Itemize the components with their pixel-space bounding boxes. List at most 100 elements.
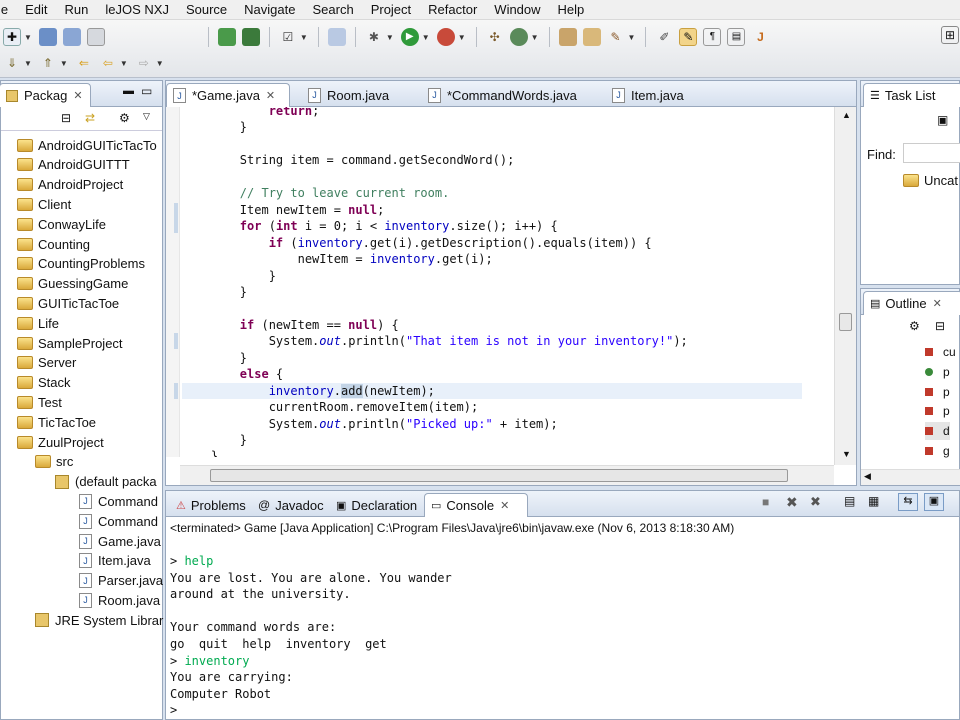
download-icon[interactable] [241,28,260,46]
close-icon[interactable]: ✕ [500,499,509,512]
close-icon[interactable]: ✕ [73,89,82,102]
code-area[interactable]: return; } String item = command.getSecon… [182,107,832,457]
tree-project[interactable]: AndroidProject [17,175,123,195]
tab-room-java[interactable]: J Room.java [302,83,395,107]
open-folder-icon[interactable] [558,28,577,46]
save-all-icon[interactable] [62,28,81,46]
chevron-down-icon[interactable]: ▼ [628,33,636,42]
chevron-down-icon[interactable]: ▼ [531,33,539,42]
chevron-down-icon[interactable]: ▼ [24,33,32,42]
outline-item[interactable]: p [925,383,950,401]
tree-project[interactable]: Stack [17,373,71,393]
save-icon[interactable] [38,28,57,46]
chevron-down-icon[interactable]: ▼ [422,33,430,42]
tree-project[interactable]: Server [17,353,76,373]
chevron-down-icon[interactable]: ▼ [458,33,466,42]
tree-project[interactable]: AndroidGUITicTacTo [17,135,157,155]
view-menu-icon[interactable]: ▽ [143,111,150,122]
tree-project[interactable]: SampleProject [17,333,123,353]
last-edit-icon[interactable]: ⇐ [75,54,93,72]
tree-project[interactable]: Life [17,313,59,333]
annotation-icon[interactable]: ✐ [655,28,673,46]
horizontal-scrollbar[interactable] [180,465,834,485]
category-item[interactable]: Uncat [903,173,958,188]
collapse-all-icon[interactable]: ⊟ [61,111,71,125]
open-type-icon[interactable] [327,28,346,46]
external-tools-icon[interactable] [436,28,455,46]
scroll-down-icon[interactable]: ▼ [842,449,851,459]
tree-project[interactable]: Client [17,194,71,214]
new-icon[interactable]: ✚ [3,28,21,46]
tab-console[interactable]: ▭ Console ✕ [424,493,528,517]
outline-item[interactable]: p [925,363,950,381]
tree-java-file[interactable]: J Game.java [79,531,161,551]
tab-task-list[interactable]: ☰ Task List [863,83,960,107]
menu-navigate[interactable]: Navigate [236,2,304,17]
forward-icon[interactable]: ⇨ [135,54,153,72]
outline-hscrollbar[interactable]: ◀ [861,469,960,485]
close-icon[interactable]: ✕ [266,89,275,102]
tab-game-java[interactable]: J *Game.java ✕ [166,83,290,107]
tab-package-explorer[interactable]: Packag ✕ [0,83,91,107]
outline-item[interactable]: p [925,402,950,420]
tab-commandwords-java[interactable]: J *CommandWords.java [422,83,583,107]
filter-icon[interactable]: ⚙ [119,111,130,125]
link-editor-icon[interactable]: ⇄ [85,111,95,125]
chevron-down-icon[interactable]: ▼ [60,59,68,68]
checklist-icon[interactable]: ☑ [279,28,297,46]
menu-source[interactable]: Source [178,2,236,17]
scroll-up-icon[interactable]: ▲ [842,110,851,120]
chevron-down-icon[interactable]: ▼ [300,33,308,42]
close-icon[interactable]: ✕ [933,297,942,310]
sort-icon[interactable]: ⚙ [909,319,920,333]
new-class-icon[interactable]: ✣ [486,28,504,46]
outline-item[interactable]: g [925,442,950,460]
tree-java-file[interactable]: J Parser.java [79,571,163,591]
display-console-icon[interactable]: ▣ [924,493,944,511]
word-wrap-icon[interactable]: ▦ [868,494,879,508]
tree-project[interactable]: CountingProblems [17,254,145,274]
find-input[interactable] [903,143,960,163]
scroll-thumb[interactable] [839,313,852,331]
console-output[interactable]: > help You are lost. You are alone. You w… [170,553,452,719]
tree-project[interactable]: Test [17,392,62,412]
menu-window[interactable]: Window [486,2,549,17]
block-select-icon[interactable]: ▤ [727,28,746,46]
run-icon[interactable]: ▶ [400,28,419,46]
scroll-left-icon[interactable]: ◀ [864,471,871,482]
search-icon[interactable]: ✎ [607,28,625,46]
tree-java-file[interactable]: J Item.java [79,551,151,571]
menu-search[interactable]: Search [304,2,362,17]
tree-java-file[interactable]: J Command [79,511,158,531]
tree-project[interactable]: ConwayLife [17,214,106,234]
maximize-icon[interactable]: ▭ [141,84,152,98]
menu-refactor[interactable]: Refactor [420,2,486,17]
tree-java-file[interactable]: J Room.java [79,590,160,610]
open-file-icon[interactable] [582,28,601,46]
tab-declaration[interactable]: ▣ Declaration [330,493,423,517]
debug-icon[interactable]: ✱ [365,28,383,46]
tree-src-folder[interactable]: src [35,452,73,472]
tab-outline[interactable]: ▤ Outline ✕ [863,291,960,315]
scroll-lock-icon[interactable]: ▤ [844,494,855,508]
menu-project[interactable]: Project [363,2,420,17]
tree-project[interactable]: GuessingGame [17,274,128,294]
previous-annotation-icon[interactable]: ⇑ [39,54,57,72]
tree-project[interactable]: ZuulProject [17,432,104,452]
next-annotation-icon[interactable]: ⇓ [3,54,21,72]
tab-javadoc[interactable]: @ Javadoc [252,493,330,517]
show-whitespace-icon[interactable]: ¶ [703,28,722,46]
menu-help[interactable]: Help [550,2,594,17]
tab-item-java[interactable]: J Item.java [606,83,690,107]
open-perspective-icon[interactable]: ⊞ [941,26,959,44]
tree-java-file[interactable]: J Command [79,491,158,511]
pin-console-icon[interactable]: ⇆ [898,493,918,511]
mark-occurrences-icon[interactable]: ✎ [679,28,698,46]
tree-project[interactable]: GUITicTacToe [17,293,119,313]
new-package-icon[interactable] [509,28,528,46]
menu-lejos-nxj[interactable]: leJOS NXJ [97,2,178,17]
java-icon[interactable]: J [751,28,769,46]
menu-edit[interactable]: Edit [17,2,56,17]
tree-project[interactable]: AndroidGUITTT [17,155,130,175]
chevron-down-icon[interactable]: ▼ [386,33,394,42]
